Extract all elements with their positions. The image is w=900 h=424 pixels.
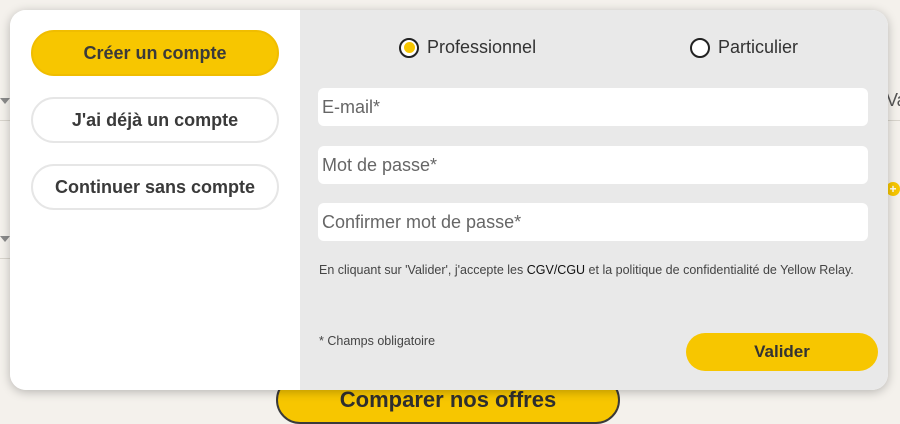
chevron-down-icon: [0, 236, 10, 242]
submit-button[interactable]: Valider: [686, 333, 878, 371]
account-options-panel: Créer un compte J'ai déjà un compte Cont…: [10, 10, 300, 390]
continue-without-account-button[interactable]: Continuer sans compte: [31, 164, 279, 210]
terms-link[interactable]: CGV/CGU: [527, 263, 585, 277]
radio-unselected-icon[interactable]: [690, 37, 710, 58]
radio-selected-icon[interactable]: [399, 37, 419, 58]
confirm-password-field[interactable]: [318, 203, 868, 241]
email-field[interactable]: [318, 88, 868, 126]
account-modal: Créer un compte J'ai déjà un compte Cont…: [10, 10, 888, 390]
plus-icon[interactable]: +: [886, 182, 900, 196]
password-field[interactable]: [318, 146, 868, 184]
existing-account-button[interactable]: J'ai déjà un compte: [31, 97, 279, 143]
legal-suffix: et la politique de confidentialité de Ye…: [585, 263, 854, 277]
background-divider: [0, 258, 10, 259]
legal-notice: En cliquant sur 'Valider', j'accepte les…: [319, 260, 859, 281]
radio-professional[interactable]: Professionnel: [399, 37, 536, 58]
radio-professional-label: Professionnel: [427, 37, 537, 57]
chevron-down-icon: [0, 98, 10, 104]
background-divider: [888, 120, 900, 121]
create-account-button[interactable]: Créer un compte: [31, 30, 279, 76]
background-divider: [0, 120, 10, 121]
required-fields-note: * Champs obligatoire: [319, 334, 436, 348]
radio-individual[interactable]: Particulier: [690, 37, 798, 58]
radio-individual-label: Particulier: [718, 37, 799, 57]
signup-form-panel: Professionnel Particulier En cliquant su…: [300, 10, 888, 390]
legal-prefix: En cliquant sur 'Valider', j'accepte les: [319, 263, 527, 277]
background-partial-text: Va: [886, 90, 900, 110]
